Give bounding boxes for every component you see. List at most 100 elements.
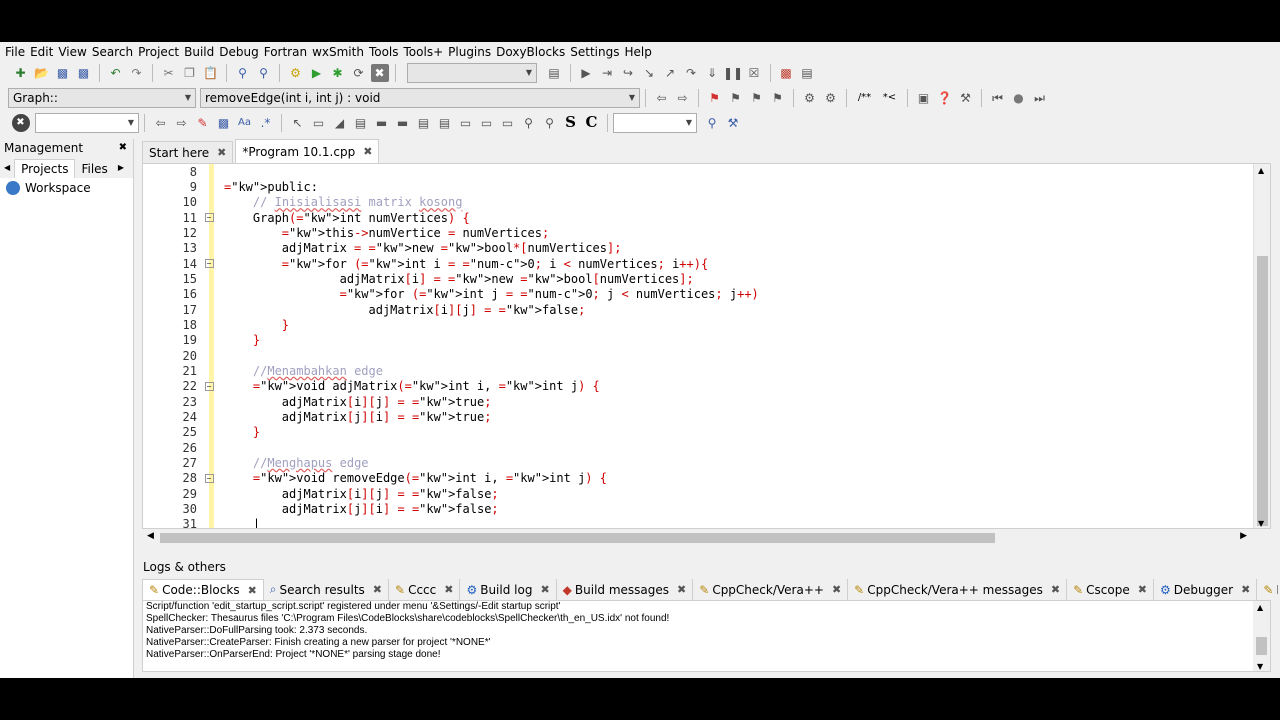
workspace-tree-item[interactable]: Workspace [0,178,133,198]
menu-file[interactable]: File [4,45,29,59]
scrollbar-thumb[interactable] [160,533,995,543]
scroll-left-icon[interactable]: ◀ [147,531,154,541]
save-all-icon[interactable]: ▩ [75,64,93,82]
logs-vertical-scrollbar[interactable]: ▲ ▼ [1253,601,1270,671]
code-line[interactable]: 24 adjMatrix[j][i] = ="kw">true; [143,409,1253,424]
tab-start-here[interactable]: Start here ✖ [142,141,234,163]
abort-icon[interactable]: ✖ [370,63,389,82]
code-line[interactable]: 9 ="kw">public: [143,179,1253,194]
run-icon[interactable]: ▶ [308,64,326,82]
doxyblocks-extract-icon[interactable]: ⚙ [822,89,840,107]
tab-files[interactable]: Files [75,160,113,178]
close-tab-icon[interactable]: ✖ [1241,583,1250,596]
close-tab-icon[interactable]: ✖ [677,583,686,596]
code-line[interactable]: 27 //Menghapus edge [143,455,1253,470]
menu-project[interactable]: Project [137,45,183,59]
scrollbar-thumb[interactable] [1256,637,1267,655]
find-next-icon[interactable]: ⇨ [173,114,191,132]
code-editor[interactable]: 8 9 ="kw">public: 10 // Inisialisasi matrix… [142,163,1271,529]
code-line[interactable]: 28− ="kw">void removeEdge(="kw">int i, =… [143,471,1253,486]
target-options-icon[interactable]: ▤ [545,64,563,82]
bar3-tool-icon[interactable]: ▤ [415,114,433,132]
redo-icon[interactable]: ↷ [128,64,146,82]
debug-info-icon[interactable]: ▤ [798,64,816,82]
rectangle-tool-icon[interactable]: ▭ [310,114,328,132]
scrollbar-thumb[interactable] [1257,256,1268,526]
step-out-icon[interactable]: ↗ [661,64,679,82]
rebuild-icon[interactable]: ⟳ [350,64,368,82]
editor-horizontal-scrollbar[interactable]: ◀ ▶ [142,529,1271,546]
code-line[interactable]: 25 } [143,425,1253,440]
block-comment-icon[interactable]: /** [854,89,876,107]
next-bookmark-icon[interactable]: ⚑ [748,89,766,107]
build-gear-icon[interactable]: ⚙ [287,64,305,82]
block-tool-icon[interactable]: ▭ [457,114,475,132]
menu-debug[interactable]: Debug [218,45,262,59]
copy-icon[interactable]: ❐ [181,64,199,82]
code-line[interactable]: 17 adjMatrix[i][j] = ="kw">false; [143,302,1253,317]
menu-settings[interactable]: Settings [569,45,623,59]
code-line[interactable]: 12 ="kw">this->numVertice = numVertices; [143,225,1253,240]
stop-debug-icon[interactable]: ☒ [745,64,763,82]
function-combo[interactable]: removeEdge(int i, int j) : void ▼ [200,87,640,108]
replace-icon[interactable]: ⚲ [255,64,273,82]
build-and-run-icon[interactable]: ✱ [329,64,347,82]
selected-text-icon[interactable]: ▩ [215,114,233,132]
logs-tab-cscope[interactable]: ✎ Cscope ✖ [1067,579,1154,600]
scroll-right-icon[interactable]: ▶ [1240,531,1247,541]
logs-tab-cppcheck-vera-messages[interactable]: ✎ CppCheck/Vera++ messages ✖ [848,579,1068,600]
scope-combo[interactable]: Graph:: ▼ [8,87,196,108]
block2-tool-icon[interactable]: ▭ [478,114,496,132]
step-into-icon[interactable]: ↘ [640,64,658,82]
menu-doxyblocks[interactable]: DoxyBlocks [495,45,569,59]
tool-combo[interactable]: ▼ [613,112,697,133]
c-tool-icon[interactable]: C [583,114,601,132]
clear-bookmarks-icon[interactable]: ⚑ [769,89,787,107]
toggle-bookmark-icon[interactable]: ⚑ [706,89,724,107]
bar-tool-icon[interactable]: ▬ [373,114,391,132]
pointer-icon[interactable]: ↖ [289,114,307,132]
menu-fortran[interactable]: Fortran [263,45,311,59]
management-close-icon[interactable]: ✖ [119,142,127,153]
editor-vertical-scrollbar[interactable]: ▲ ▼ [1253,164,1270,528]
tab-scroll-right-icon[interactable]: ▶ [118,163,124,172]
close-tab-icon[interactable]: ✖ [373,583,382,596]
fold-marker[interactable]: − [197,473,221,483]
code-line[interactable]: 29 adjMatrix[i][j] = ="kw">false; [143,486,1253,501]
close-tab-icon[interactable]: ✖ [1138,583,1147,596]
run-to-cursor-icon[interactable]: ⇥ [598,64,616,82]
jump-back-icon[interactable]: ⇦ [653,89,671,107]
cut-icon[interactable]: ✂ [160,64,178,82]
menu-edit[interactable]: Edit [29,45,57,59]
logs-tab-search-results[interactable]: ⌕ Search results ✖ [263,579,389,600]
close-tab-icon[interactable]: ✖ [217,146,226,159]
debug-windows-icon[interactable]: ▩ [777,64,795,82]
tab-program-cpp[interactable]: *Program 10.1.cpp ✖ [235,139,380,163]
doxyblocks-wizard-icon[interactable]: ⚙ [801,89,819,107]
clear-search-icon[interactable]: ✖ [11,113,30,132]
fold-marker[interactable]: − [197,259,221,269]
code-line[interactable]: 31 | [143,517,1253,528]
save-icon[interactable]: ▩ [54,64,72,82]
preferences-icon[interactable]: ⚒ [957,89,975,107]
zoom-out-icon[interactable]: ⚲ [541,114,559,132]
shape-tool-icon[interactable]: ◢ [331,114,349,132]
code-line[interactable]: 16 ="kw">for (="kw">int j = ="num-c">0; … [143,287,1253,302]
scroll-down-icon[interactable]: ▼ [1257,662,1263,671]
record-icon[interactable]: ● [1010,89,1028,107]
menu-build[interactable]: Build [183,45,218,59]
menu-search[interactable]: Search [91,45,137,59]
code-line[interactable]: 22− ="kw">void adjMatrix(="kw">int i, ="… [143,379,1253,394]
logs-tab-code-blocks[interactable]: ✎ Code::Blocks ✖ [142,579,264,600]
pause-icon[interactable]: ❚❚ [723,64,743,82]
match-case-icon[interactable]: Aa [236,114,254,132]
scroll-down-icon[interactable]: ▼ [1258,519,1264,528]
zoom-in-icon[interactable]: ⚲ [520,114,538,132]
block3-tool-icon[interactable]: ▭ [499,114,517,132]
logs-tab-cppcheck-vera-[interactable]: ✎ CppCheck/Vera++ ✖ [693,579,849,600]
close-tab-icon[interactable]: ✖ [444,583,453,596]
fold-marker[interactable]: − [197,381,221,391]
find-prev-icon[interactable]: ⇦ [152,114,170,132]
menu-plugins[interactable]: Plugins [447,45,495,59]
close-tab-icon[interactable]: ✖ [1051,583,1060,596]
